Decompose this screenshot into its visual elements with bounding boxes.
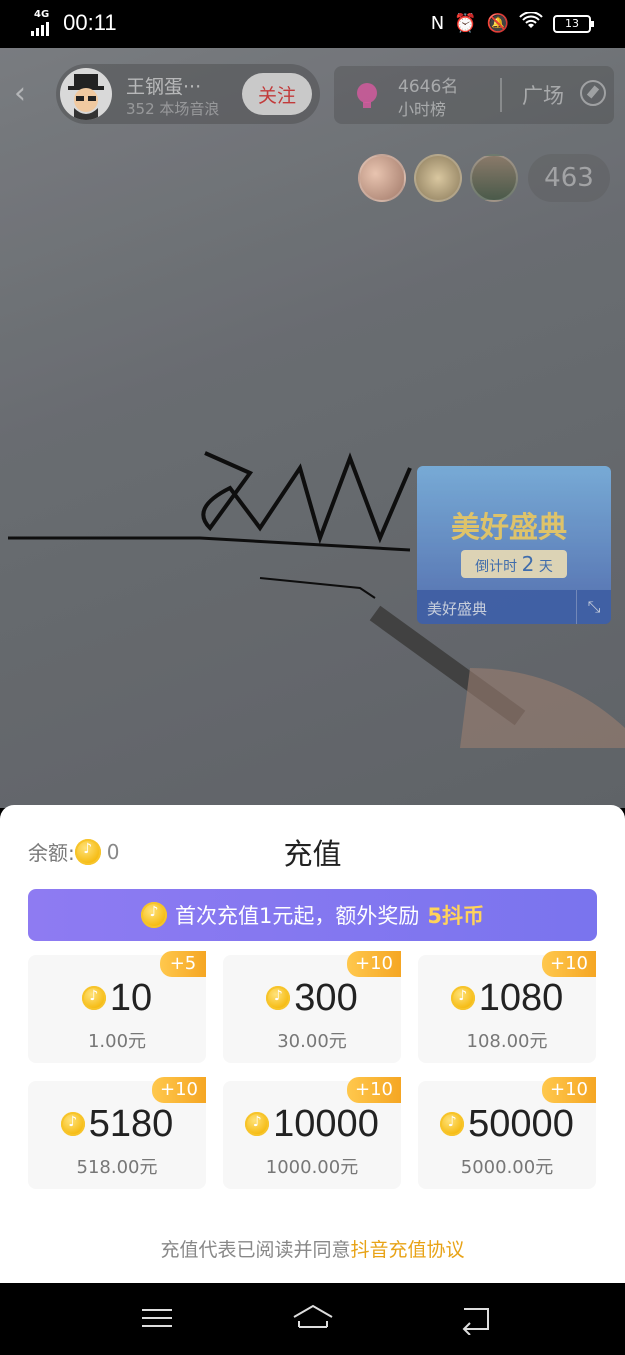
compass-icon[interactable] [580,80,606,106]
coin-icon [266,986,291,1010]
live-video[interactable]: ‹ 王钢蛋··· 352 本场音浪 关注 4646名 小时榜 广场 463 美好… [0,48,625,808]
rank-count: 4646名 [398,77,459,97]
alarm-icon: ⏰ [454,13,477,34]
viewer-count[interactable]: 463 [528,154,610,202]
host-sound-waves: 352 本场音浪 [126,100,220,118]
host-name: 王钢蛋··· [126,76,202,98]
package-coins: 1080 [478,977,564,1019]
divider [500,78,502,112]
package-amount: 10 [28,977,206,1019]
recharge-package[interactable]: +10 10000 1000.00元 [223,1077,401,1189]
status-bar: 4G 00:11 N ⏰ 🔕 13 [0,0,625,48]
agreement-text: 充值代表已阅读并同意抖音充值协议 [0,1235,625,1262]
event-footer[interactable]: 美好盛典 ⤡ [417,590,611,624]
countdown-days: 2 [521,552,535,576]
package-price: 518.00元 [76,1157,158,1178]
battery-icon: 13 [553,14,594,33]
signal-icon [31,20,50,36]
promo-text: 首次充值1元起，额外奖励 [175,904,420,928]
menu-icon[interactable] [137,1303,177,1335]
countdown-unit: 天 [538,559,553,575]
nfc-icon: N [430,13,445,34]
agreement-link[interactable]: 抖音充值协议 [351,1239,465,1261]
package-coins: 5180 [88,1103,174,1145]
coin-icon [141,902,167,928]
bonus-badge: +10 [152,1077,206,1103]
back-chevron-icon[interactable]: ‹ [14,79,38,109]
viewer-avatar[interactable] [414,154,462,202]
recharge-package[interactable]: +10 5180 518.00元 [28,1077,206,1189]
event-banner[interactable]: 美好盛典 倒计时 2 天 美好盛典 ⤡ [417,466,611,624]
sheet-title: 充值 [283,837,342,871]
bonus-badge: +10 [347,1077,401,1103]
status-right: N ⏰ 🔕 13 [430,11,594,35]
viewer-avatar[interactable] [358,154,406,202]
promo-highlight: 5抖币 [427,904,484,928]
coin-icon [440,1112,465,1136]
host-info[interactable]: 王钢蛋··· 352 本场音浪 关注 [56,64,320,124]
package-coins: 300 [294,977,358,1019]
coin-icon [245,1112,270,1136]
package-price: 30.00元 [277,1031,347,1052]
package-price: 5000.00元 [460,1157,554,1178]
home-icon[interactable] [292,1303,333,1335]
event-poster[interactable]: 美好盛典 倒计时 2 天 [417,466,611,590]
package-price: 1000.00元 [265,1157,359,1178]
status-left: 4G 00:11 [31,9,117,36]
recharge-sheet: 余额: 0 充值 首次充值1元起，额外奖励 5抖币 +5 10 1.00元 +1… [0,805,625,1283]
mute-icon: 🔕 [486,13,509,34]
host-avatar[interactable] [60,68,112,120]
bonus-badge: +10 [542,1077,596,1103]
package-coins: 50000 [468,1103,574,1145]
package-amount: 5180 [28,1103,206,1145]
network-type: 4G [34,9,50,20]
recharge-package[interactable]: +10 300 30.00元 [223,951,401,1063]
system-nav-bar [0,1283,625,1355]
collapse-icon[interactable]: ⤡ [576,590,611,624]
bonus-badge: +10 [542,951,596,977]
recharge-package[interactable]: +5 10 1.00元 [28,951,206,1063]
package-coins: 10000 [273,1103,379,1145]
rank-label: 小时榜 [398,100,447,119]
coin-icon [450,986,475,1010]
plaza-label[interactable]: 广场 [522,80,564,110]
bonus-badge: +10 [347,951,401,977]
countdown-prefix: 倒计时 [475,559,518,575]
package-amount: 300 [223,977,401,1019]
event-name: 美好盛典 [427,600,488,618]
package-amount: 10000 [223,1103,401,1145]
package-price: 108.00元 [466,1031,548,1052]
package-amount: 1080 [418,977,596,1019]
recharge-package[interactable]: +10 50000 5000.00元 [418,1077,596,1189]
video-dim-overlay [0,48,625,808]
follow-button[interactable]: 关注 [242,73,312,115]
recharge-package[interactable]: +10 1080 108.00元 [418,951,596,1063]
back-icon[interactable] [456,1303,496,1336]
package-coins: 10 [109,977,153,1019]
event-countdown: 倒计时 2 天 [461,550,567,578]
package-amount: 50000 [418,1103,596,1145]
viewer-avatar[interactable] [470,154,518,202]
wifi-icon [519,11,543,35]
bonus-badge: +5 [160,951,206,977]
status-time: 00:11 [63,10,117,35]
coin-icon [60,1112,85,1136]
trophy-icon [357,83,377,108]
event-title: 美好盛典 [451,510,568,544]
hourly-rank[interactable]: 4646名 小时榜 广场 [334,66,614,124]
agreement-prefix: 充值代表已阅读并同意 [160,1239,351,1261]
coin-icon [81,986,106,1010]
first-recharge-promo[interactable]: 首次充值1元起，额外奖励 5抖币 [28,889,597,941]
package-price: 1.00元 [87,1031,147,1052]
